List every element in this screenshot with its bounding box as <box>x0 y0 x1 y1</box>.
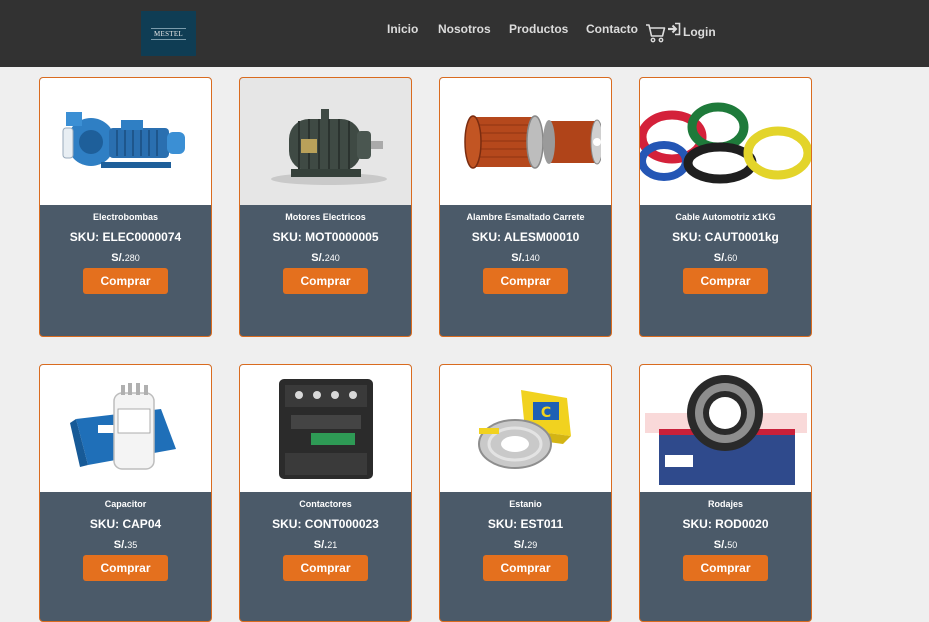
top-navbar: MESTEL Inicio Nosotros Productos Contact… <box>0 0 929 67</box>
product-sku: SKU: ROD0020 <box>682 517 769 531</box>
brand-logo[interactable]: MESTEL <box>141 11 196 56</box>
product-sku: SKU: MOT0000005 <box>272 230 379 244</box>
ball-bearing-image <box>640 365 811 492</box>
product-card-motores: Motores Electricos SKU: MOT0000005 S/.24… <box>239 77 412 337</box>
price-currency: S/. <box>111 252 125 264</box>
price-amount: 50 <box>727 540 738 550</box>
brand-logo-text: MESTEL <box>150 27 187 40</box>
product-card-cable: Cable Automotriz x1KG SKU: CAUT0001kg S/… <box>639 77 812 337</box>
product-price: S/.280 <box>40 250 211 265</box>
product-name: Capacitor <box>104 499 147 509</box>
product-sku: SKU: CONT000023 <box>272 517 379 531</box>
product-name: Electrobombas <box>92 212 159 222</box>
product-name: Rodajes <box>707 499 743 509</box>
product-name: Alambre Esmaltado Carrete <box>466 212 585 222</box>
price-amount: 140 <box>524 253 540 263</box>
nav-link-nosotros[interactable]: Nosotros <box>438 22 491 36</box>
price-currency: S/. <box>511 252 525 264</box>
product-card-estanio: C Estanio SKU: EST011 S/.29 Comprar <box>439 364 612 622</box>
product-sku: SKU: ELEC0000074 <box>69 230 182 244</box>
price-amount: 21 <box>327 540 338 550</box>
price-amount: 29 <box>527 540 538 550</box>
price-currency: S/. <box>113 539 128 551</box>
price-currency: S/. <box>513 539 528 551</box>
product-card-rodajes: Rodajes SKU: ROD0020 S/.50 Comprar <box>639 364 812 622</box>
nav-link-contacto[interactable]: Contacto <box>586 22 638 36</box>
product-name: Cable Automotriz x1KG <box>675 212 776 222</box>
login-arrow-icon <box>667 22 681 41</box>
price-amount: 280 <box>124 253 140 263</box>
buy-button[interactable]: Comprar <box>483 555 568 581</box>
price-amount: 60 <box>727 253 738 263</box>
buy-button[interactable]: Comprar <box>83 555 168 581</box>
electric-motor-image <box>240 78 411 205</box>
contactor-image <box>240 365 411 492</box>
water-pump-image <box>40 78 211 205</box>
nav-link-productos[interactable]: Productos <box>509 22 568 36</box>
product-card-contactores: Contactores SKU: CONT000023 S/.21 Compra… <box>239 364 412 622</box>
buy-button[interactable]: Comprar <box>483 268 568 294</box>
product-sku: SKU: CAUT0001kg <box>672 230 779 244</box>
price-currency: S/. <box>713 539 728 551</box>
login-label: Login <box>683 24 716 39</box>
product-price: S/.21 <box>240 537 411 552</box>
login-button[interactable]: Login <box>667 22 716 41</box>
buy-button[interactable]: Comprar <box>683 555 768 581</box>
product-price: S/.60 <box>640 250 811 265</box>
product-name: Motores Electricos <box>285 212 366 222</box>
price-amount: 35 <box>127 540 138 550</box>
price-currency: S/. <box>311 252 325 264</box>
solder-wire-image: C <box>440 365 611 492</box>
product-name: Contactores <box>299 499 352 509</box>
product-sku: SKU: EST011 <box>487 517 564 531</box>
buy-button[interactable]: Comprar <box>683 268 768 294</box>
product-price: S/.29 <box>440 537 611 552</box>
colored-cables-image <box>640 78 811 205</box>
product-card-capacitor: Capacitor SKU: CAP04 S/.35 Comprar <box>39 364 212 622</box>
product-price: S/.140 <box>440 250 611 265</box>
product-price: S/.240 <box>240 250 411 265</box>
product-sku: SKU: CAP04 <box>89 517 162 531</box>
price-currency: S/. <box>313 539 328 551</box>
cart-icon[interactable] <box>645 22 667 44</box>
product-sku: SKU: ALESM00010 <box>471 230 580 244</box>
product-name: Estanio <box>509 499 542 509</box>
nav-link-inicio[interactable]: Inicio <box>387 22 418 36</box>
product-card-alambre: Alambre Esmaltado Carrete SKU: ALESM0001… <box>439 77 612 337</box>
product-price: S/.50 <box>640 537 811 552</box>
svg-text:C: C <box>540 405 550 421</box>
capacitor-image <box>40 365 211 492</box>
product-card-electrobombas: Electrobombas SKU: ELEC0000074 S/.280 Co… <box>39 77 212 337</box>
copper-wire-spool-image <box>440 78 611 205</box>
price-amount: 240 <box>324 253 340 263</box>
price-currency: S/. <box>713 252 728 264</box>
product-price: S/.35 <box>40 537 211 552</box>
buy-button[interactable]: Comprar <box>283 268 368 294</box>
buy-button[interactable]: Comprar <box>83 268 168 294</box>
buy-button[interactable]: Comprar <box>283 555 368 581</box>
